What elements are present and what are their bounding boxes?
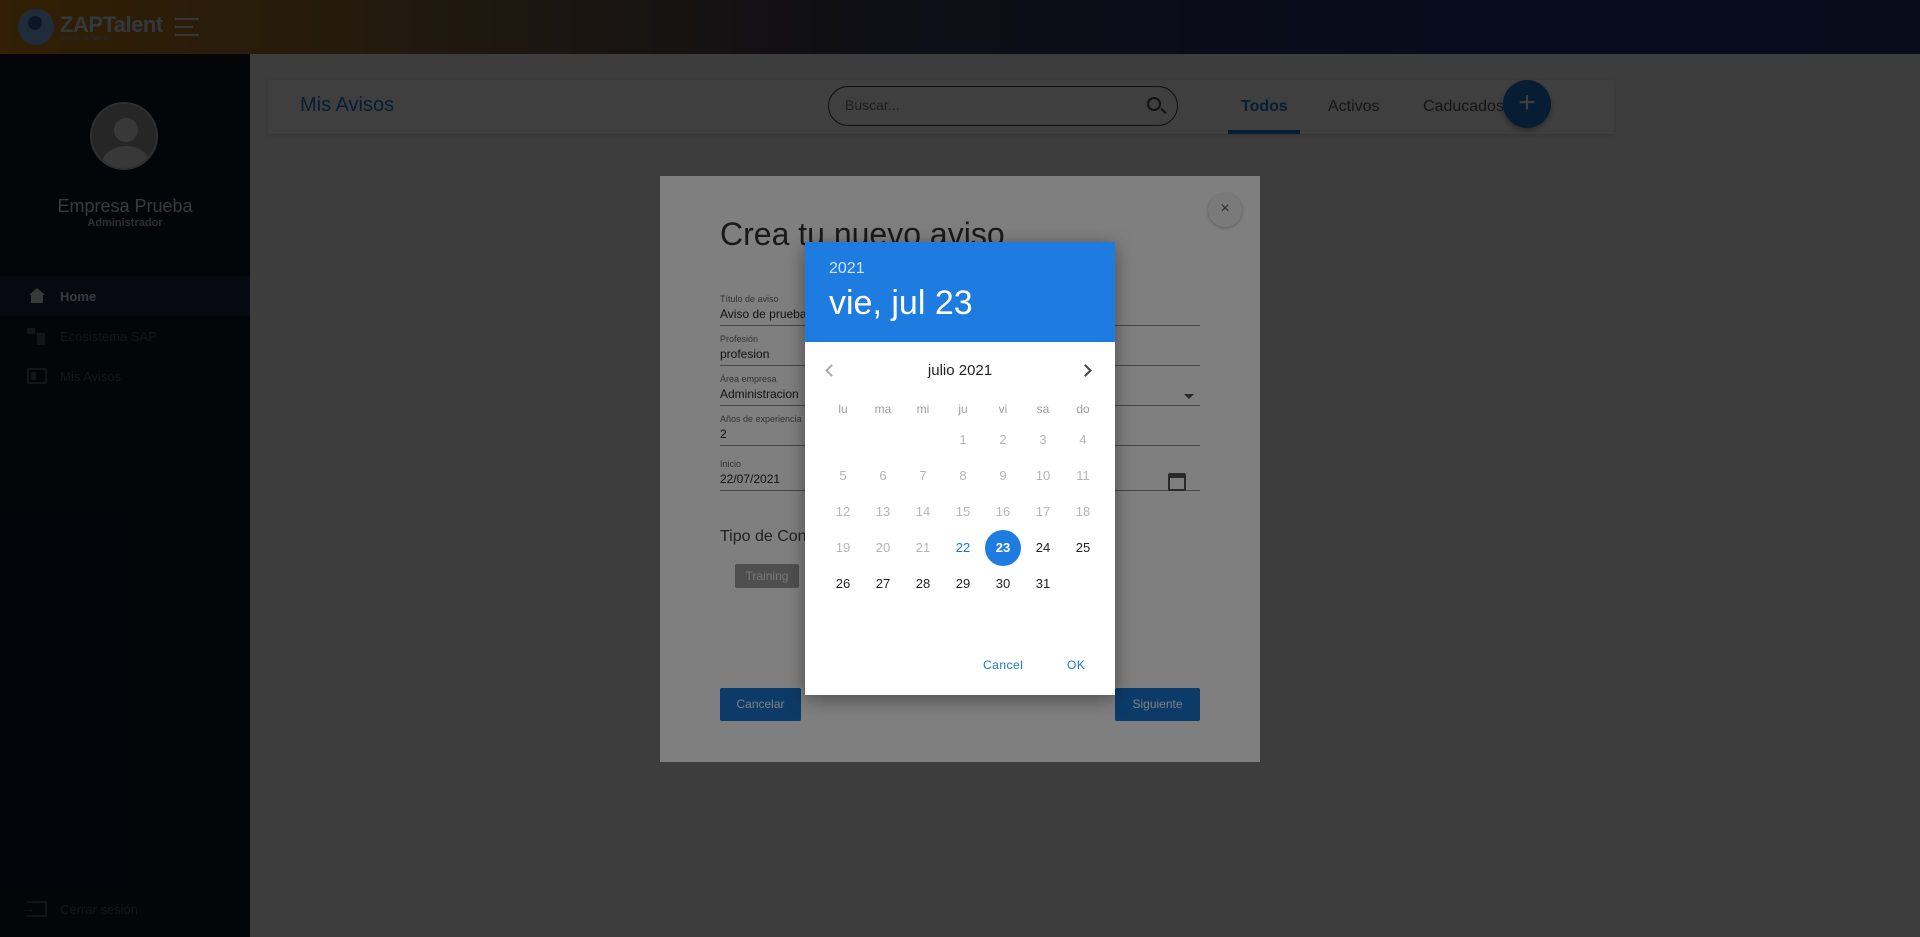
weekday-label: vi [998, 402, 1008, 416]
calendar-day[interactable]: 30 [985, 566, 1021, 602]
calendar-day[interactable]: 27 [865, 566, 901, 602]
calendar-day[interactable]: 31 [1025, 566, 1061, 602]
calendar-day: 7 [919, 468, 927, 483]
calendar-day: 21 [915, 540, 931, 555]
weekday-label: ju [958, 402, 968, 416]
date-picker-header: 2021 vie, jul 23 [805, 242, 1115, 342]
picker-year[interactable]: 2021 [829, 260, 865, 278]
calendar-day: 9 [999, 468, 1007, 483]
weekday-label: do [1076, 402, 1090, 416]
weekday-label: ma [874, 402, 892, 416]
picker-cancel-button[interactable]: Cancel [983, 658, 1023, 672]
calendar-day: 5 [839, 468, 847, 483]
chevron-right-icon [1079, 364, 1092, 377]
calendar-day: 13 [875, 504, 891, 519]
picker-selected-date: vie, jul 23 [829, 284, 973, 322]
calendar-day[interactable]: 26 [825, 566, 861, 602]
calendar-day[interactable]: 24 [1025, 530, 1061, 566]
calendar-day: 12 [835, 504, 851, 519]
picker-ok-button[interactable]: OK [1067, 658, 1085, 672]
calendar-day: 11 [1076, 468, 1090, 483]
weekday-label: mi [916, 402, 930, 416]
calendar-day: 15 [955, 504, 971, 519]
calendar-day: 19 [835, 540, 851, 555]
calendar-day: 4 [1079, 432, 1087, 447]
selected-day[interactable]: 23 [985, 530, 1021, 566]
month-label: julio 2021 [927, 362, 993, 379]
calendar-day: 1 [959, 432, 967, 447]
calendar-day[interactable]: 22 [945, 530, 981, 566]
calendar-day[interactable]: 25 [1065, 530, 1101, 566]
calendar-day: 3 [1039, 432, 1047, 447]
calendar-day: 18 [1075, 504, 1091, 519]
calendar-day: 14 [915, 504, 931, 519]
calendar-day: 2 [999, 432, 1007, 447]
next-month-button[interactable] [1077, 360, 1101, 384]
calendar-day: 16 [995, 504, 1011, 519]
calendar-day: 17 [1035, 504, 1051, 519]
calendar-day[interactable]: 29 [945, 566, 981, 602]
calendar-day: 6 [879, 468, 887, 483]
calendar-day: 10 [1035, 468, 1051, 483]
date-picker-dialog: 2021 vie, jul 23 julio 2021 lu ma mi ju vi sa… [805, 242, 1115, 695]
calendar-day: 8 [959, 468, 967, 483]
weekday-label: lu [838, 402, 848, 416]
weekday-label: sa [1036, 402, 1050, 416]
calendar-day[interactable]: 28 [905, 566, 941, 602]
calendar-day: 20 [875, 540, 891, 555]
